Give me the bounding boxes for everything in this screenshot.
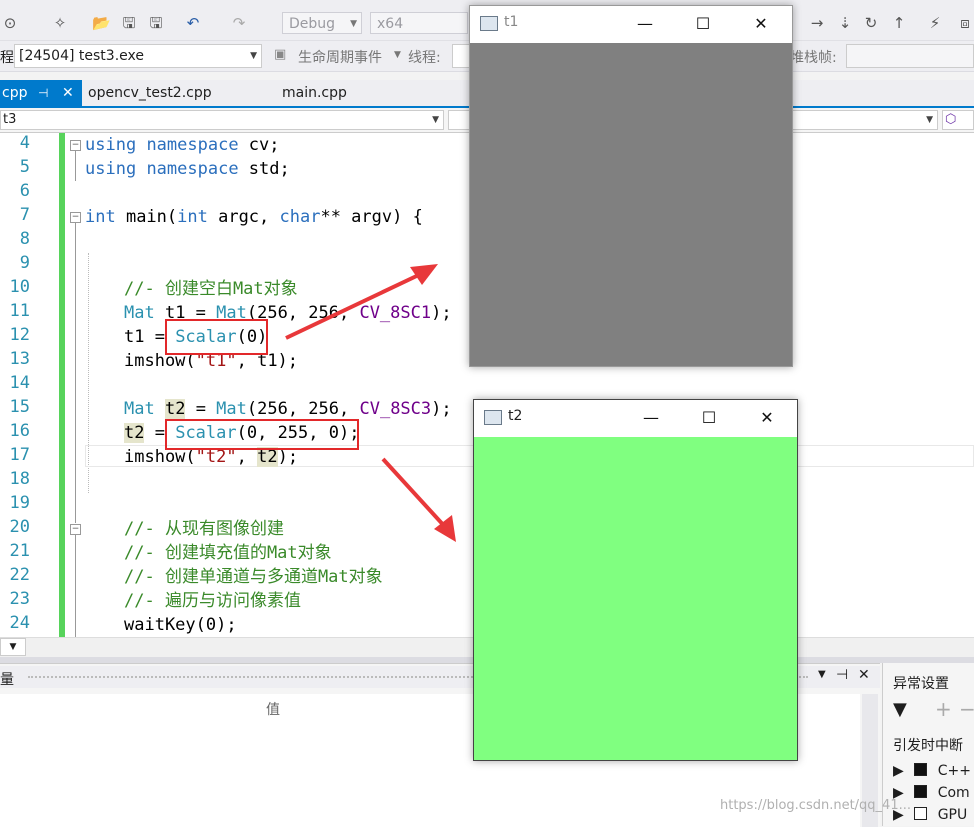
maximize-icon[interactable]: ☐ xyxy=(694,404,724,432)
chevron-down-icon: ▼ xyxy=(926,115,933,125)
process-value: [24504] test3.exe xyxy=(19,48,144,64)
close-icon[interactable]: ✕ xyxy=(746,10,776,38)
undo-icon[interactable]: ↶ xyxy=(184,12,202,34)
image-canvas-green xyxy=(474,437,797,760)
breakpoints-icon[interactable]: ⧈ xyxy=(956,12,974,34)
exception-category-row[interactable]: ▶ C++ xyxy=(893,763,971,779)
tab-main[interactable]: main.cpp xyxy=(282,80,347,106)
chevron-down-icon: ▼ xyxy=(9,642,17,652)
close-icon[interactable]: ✕ xyxy=(752,404,782,432)
image-window-t2[interactable]: t2 — ☐ ✕ xyxy=(473,399,798,761)
chevron-down-icon: ▼ xyxy=(394,50,401,60)
exception-settings-title: 异常设置 xyxy=(893,676,949,692)
image-canvas-gray xyxy=(470,43,792,366)
tab-label: opencv_test2.cpp xyxy=(88,85,212,101)
tab-active-file[interactable]: cpp ⊣ ✕ xyxy=(0,80,82,106)
hot-reload-icon[interactable]: ⚡ xyxy=(926,12,944,34)
column-header-value[interactable]: 值 xyxy=(266,699,280,719)
new-project-icon[interactable]: ✧ xyxy=(52,12,68,34)
checkbox-checked[interactable] xyxy=(914,763,928,776)
pin-icon[interactable]: ⊣ xyxy=(836,667,848,683)
scope-value: t3 xyxy=(3,112,17,127)
expand-arrow-icon[interactable]: ▶ xyxy=(893,763,904,779)
maximize-icon[interactable]: ☐ xyxy=(688,10,718,38)
scope-dropdown[interactable]: t3 ▼ xyxy=(0,110,444,130)
thread-label: 线程: xyxy=(408,50,441,66)
stack-frame-dropdown[interactable] xyxy=(846,44,974,68)
close-icon[interactable]: ✕ xyxy=(62,80,74,106)
configuration-value: Debug xyxy=(289,16,336,32)
locals-title: 量 xyxy=(0,672,14,688)
step-out-icon[interactable]: ↻ xyxy=(862,12,880,34)
member-icon: ⬡ xyxy=(945,112,957,127)
watermark-text: https://blog.csdn.net/qq_41... xyxy=(720,798,912,813)
member-dropdown[interactable]: ⬡ m xyxy=(942,110,974,145)
step-up-icon[interactable]: ↑ xyxy=(890,12,908,34)
platform-dropdown[interactable]: x64 xyxy=(370,12,468,34)
tab-label: cpp xyxy=(2,85,28,101)
chevron-down-icon: ▼ xyxy=(350,19,357,29)
window-titlebar[interactable]: t1 — ☐ ✕ xyxy=(470,6,792,43)
arrow-to-t2-line xyxy=(381,457,449,531)
chevron-down-icon[interactable]: ▼ xyxy=(818,669,826,680)
minimize-icon[interactable]: — xyxy=(630,10,660,38)
platform-value: x64 xyxy=(377,16,404,32)
checkbox-checked[interactable] xyxy=(914,785,928,798)
step-into-icon[interactable]: → xyxy=(808,12,826,34)
break-when-thrown-label: 引发时中断 xyxy=(893,738,963,754)
forward-icon[interactable]: ⊙ xyxy=(2,12,18,34)
configuration-dropdown[interactable]: Debug ▼ xyxy=(282,12,362,34)
arrow-to-t1-head xyxy=(410,264,438,285)
checkbox-unchecked[interactable] xyxy=(914,807,928,820)
close-icon[interactable]: ✕ xyxy=(858,667,870,683)
window-title: t2 xyxy=(508,408,523,424)
category-label: Com xyxy=(937,785,970,801)
redo-icon[interactable]: ↷ xyxy=(230,12,248,34)
lifecycle-events-label[interactable]: 生命周期事件 xyxy=(298,47,382,67)
chevron-down-icon: ▼ xyxy=(432,115,439,125)
image-window-t1[interactable]: t1 — ☐ ✕ xyxy=(469,5,793,367)
filter-icon[interactable]: ▼ xyxy=(893,699,907,720)
arrow-to-t1-line xyxy=(285,270,426,340)
save-icon[interactable]: 🖫 xyxy=(120,12,138,34)
category-label: C++ xyxy=(937,763,971,779)
minimize-icon[interactable]: — xyxy=(636,404,666,432)
tab-opencv-test2[interactable]: opencv_test2.cpp xyxy=(88,80,212,106)
save-all-icon[interactable]: 🖫 xyxy=(146,12,166,34)
pin-icon[interactable]: ⊣ xyxy=(38,80,48,106)
app-icon xyxy=(480,16,498,31)
process-dropdown[interactable]: [24504] test3.exe ▼ xyxy=(14,44,262,68)
open-folder-icon[interactable]: 📂 xyxy=(92,12,111,34)
window-title: t1 xyxy=(504,14,519,30)
stack-frame-label: 堆栈帧: xyxy=(790,50,837,66)
step-over-icon[interactable]: ⇣ xyxy=(836,12,854,34)
remove-icon[interactable]: − xyxy=(959,697,974,721)
add-icon[interactable]: + xyxy=(935,697,952,721)
zoom-dropdown[interactable]: ▼ xyxy=(0,638,26,656)
category-label: GPU xyxy=(937,807,968,823)
app-icon xyxy=(484,410,502,425)
tab-label: main.cpp xyxy=(282,85,347,101)
window-titlebar[interactable]: t2 — ☐ ✕ xyxy=(474,400,797,437)
chevron-down-icon: ▼ xyxy=(250,51,257,61)
lifecycle-icon[interactable]: ▣ xyxy=(274,47,286,62)
